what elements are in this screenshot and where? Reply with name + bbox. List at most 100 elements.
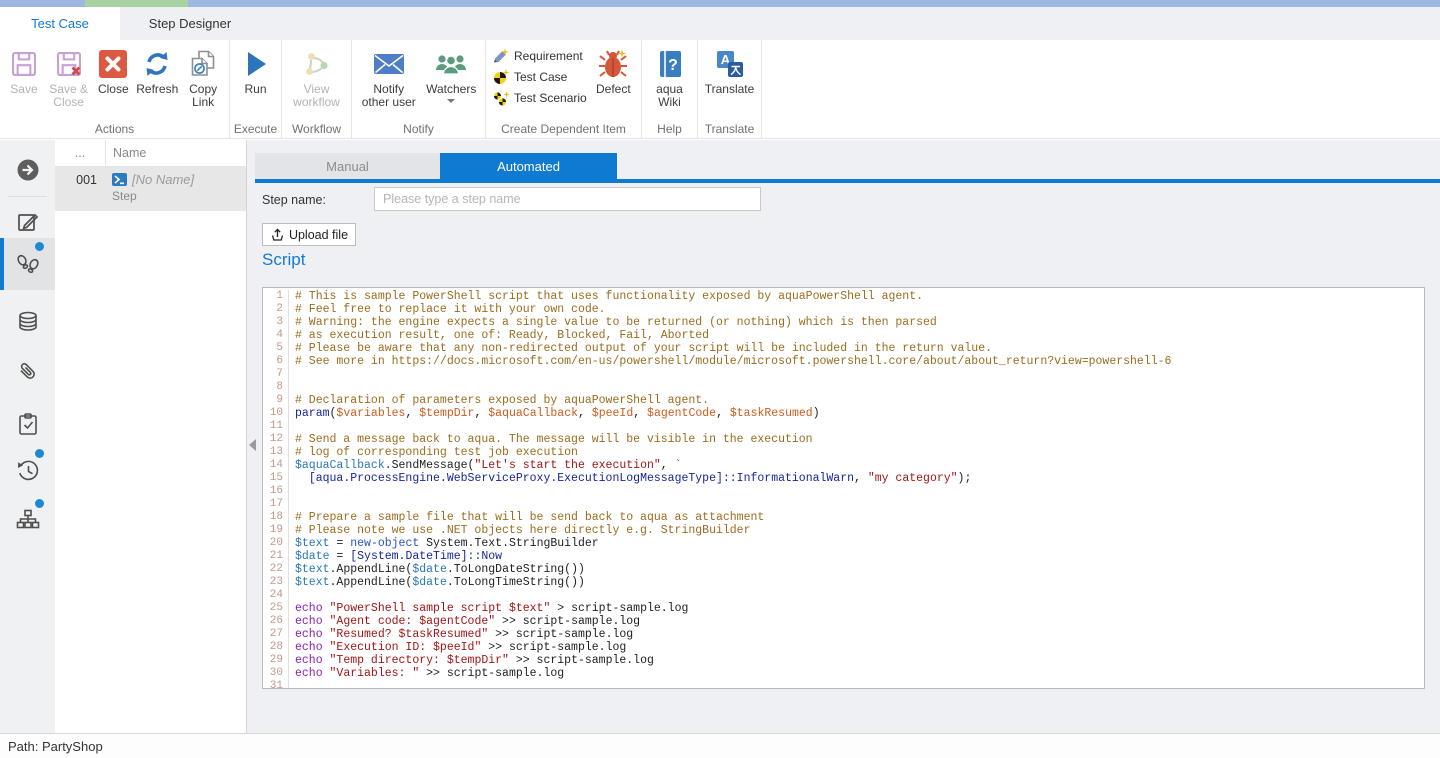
copy-link-button-label: Copy Link [184, 83, 222, 109]
step-row[interactable]: 001 [No Name] Step [55, 167, 246, 211]
requirement-icon [493, 48, 510, 64]
aqua-wiki-icon: ? [656, 45, 684, 83]
test-scenario-icon [493, 90, 510, 106]
create-defect-button-label: Defect [596, 83, 631, 96]
close-button[interactable]: Close [93, 43, 133, 98]
code-line: 29echo "Temp directory: $tempDir" >> scr… [263, 654, 1424, 667]
watchers-button[interactable]: Watchers [421, 43, 481, 105]
notify-other-user-button[interactable]: Notify other user [356, 43, 421, 111]
save-close-icon [54, 45, 84, 83]
ribbon-group-actions: Save Save & Close Close Refresh [0, 40, 230, 138]
step-name-text: [No Name] [132, 172, 194, 187]
code-line: 5# Please be aware that any non-redirect… [263, 342, 1424, 355]
save-close-button: Save & Close [44, 43, 93, 111]
create-test-scenario-button[interactable]: Test Scenario [490, 89, 590, 107]
tab-test-case[interactable]: Test Case [0, 7, 120, 40]
edit-icon [15, 209, 41, 235]
ribbon-group-label-workflow: Workflow [282, 122, 351, 136]
create-dependent-item-list: Requirement Test Case Test Scenario [490, 43, 590, 107]
code-line: 10param($variables, $tempDir, $aquaCallb… [263, 407, 1424, 420]
paperclip-icon [15, 359, 41, 385]
tab-manual[interactable]: Manual [255, 153, 440, 179]
step-name-label: Step name: [262, 193, 326, 207]
status-bar: Path: PartyShop [0, 733, 1440, 758]
ribbon-group-label-notify: Notify [352, 122, 485, 136]
sidebar-divider [8, 196, 47, 197]
code-line: 20$text = new-object System.Text.StringB… [263, 537, 1424, 550]
code-line: 12# Send a message back to aqua. The mes… [263, 433, 1424, 446]
sidebar-item-tasks[interactable] [0, 402, 55, 446]
copy-link-button[interactable]: Copy Link [181, 43, 225, 111]
status-path-text: Path: PartyShop [8, 739, 103, 754]
code-line: 8 [263, 381, 1424, 394]
history-icon [15, 457, 41, 483]
save-button-label: Save [10, 83, 37, 96]
script-code-editor[interactable]: 1# This is sample PowerShell script that… [262, 287, 1425, 689]
code-line: 15 [aqua.ProcessEngine.WebServiceProxy.E… [263, 472, 1424, 485]
notify-icon [373, 45, 405, 83]
translate-button[interactable]: A Translate [704, 43, 756, 98]
sidebar-item-expand[interactable] [0, 148, 55, 192]
create-test-case-button[interactable]: Test Case [490, 68, 590, 86]
arrow-circle-icon [15, 157, 41, 183]
upload-file-label: Upload file [289, 228, 348, 242]
close-icon [98, 45, 128, 83]
code-line: 14$aquaCallback.SendMessage("Let's start… [263, 459, 1424, 472]
steps-header-name: Name [105, 140, 246, 166]
sidebar-item-data[interactable] [0, 300, 55, 344]
step-type-text: Step [112, 189, 137, 203]
sidebar-item-attachments[interactable] [0, 350, 55, 394]
tab-step-designer[interactable]: Step Designer [120, 7, 260, 40]
code-line: 9# Declaration of parameters exposed by … [263, 394, 1424, 407]
sitemap-icon [15, 507, 41, 533]
sidebar-item-steps[interactable] [0, 238, 55, 290]
sidebar-item-hierarchy[interactable] [0, 498, 55, 542]
ribbon-toolbar: Save Save & Close Close Refresh [0, 40, 1440, 139]
code-line: 27echo "Resumed? $taskResumed" >> script… [263, 628, 1424, 641]
code-line: 25echo "PowerShell sample script $text" … [263, 602, 1424, 615]
run-icon [242, 45, 270, 83]
create-requirement-button[interactable]: Requirement [490, 47, 590, 65]
run-button[interactable]: Run [235, 43, 277, 98]
tab-automated[interactable]: Automated [440, 153, 617, 179]
ribbon-group-label-translate: Translate [698, 122, 761, 136]
refresh-button[interactable]: Refresh [133, 43, 181, 98]
collapse-arrow-icon[interactable] [249, 439, 256, 451]
editor-mode-tabs: Manual Automated [255, 153, 617, 179]
code-line: 21$date = [System.DateTime]::Now [263, 550, 1424, 563]
step-number: 001 [55, 167, 105, 211]
chevron-down-icon [447, 99, 455, 103]
code-line: 24 [263, 589, 1424, 602]
code-line: 7 [263, 368, 1424, 381]
step-editor-panel: Manual Automated Step name: Upload file … [247, 140, 1440, 733]
ribbon-group-label-create-dependent-item: Create Dependent Item [486, 122, 641, 136]
translate-icon: A [715, 45, 745, 83]
steps-notification-dot [35, 242, 44, 251]
code-line: 13# log of corresponding test job execut… [263, 446, 1424, 459]
notify-other-user-button-label: Notify other user [359, 83, 418, 109]
code-lines: 1# This is sample PowerShell script that… [263, 290, 1424, 689]
window-tab-bar: Test Case Step Designer [0, 7, 1440, 40]
sidebar-item-history[interactable] [0, 448, 55, 492]
steps-list-header: ... Name [55, 140, 246, 167]
upload-icon [270, 227, 285, 242]
top-color-strip [0, 0, 1440, 7]
code-line: 23$text.AppendLine($date.ToLongTimeStrin… [263, 576, 1424, 589]
ribbon-group-execute: Run Execute [230, 40, 282, 138]
aqua-wiki-button[interactable]: ? aqua Wiki [650, 43, 690, 111]
ribbon-group-create-dependent-item: Requirement Test Case Test Scenario [486, 40, 642, 138]
ribbon-group-label-actions: Actions [0, 122, 229, 136]
save-icon [9, 45, 39, 83]
ribbon-group-help: ? aqua Wiki Help [642, 40, 698, 138]
clipboard-check-icon [15, 411, 41, 437]
test-case-icon [493, 69, 510, 85]
create-defect-button[interactable]: Defect [590, 43, 637, 98]
upload-file-button[interactable]: Upload file [262, 223, 356, 246]
code-line: 22$text.AppendLine($date.ToLongDateStrin… [263, 563, 1424, 576]
code-line: 30echo "Variables: " >> script-sample.lo… [263, 667, 1424, 680]
code-line: 17 [263, 498, 1424, 511]
powershell-icon [112, 173, 127, 186]
code-line: 11 [263, 420, 1424, 433]
step-name-input[interactable] [374, 187, 761, 211]
step-cell: [No Name] Step [105, 167, 246, 211]
